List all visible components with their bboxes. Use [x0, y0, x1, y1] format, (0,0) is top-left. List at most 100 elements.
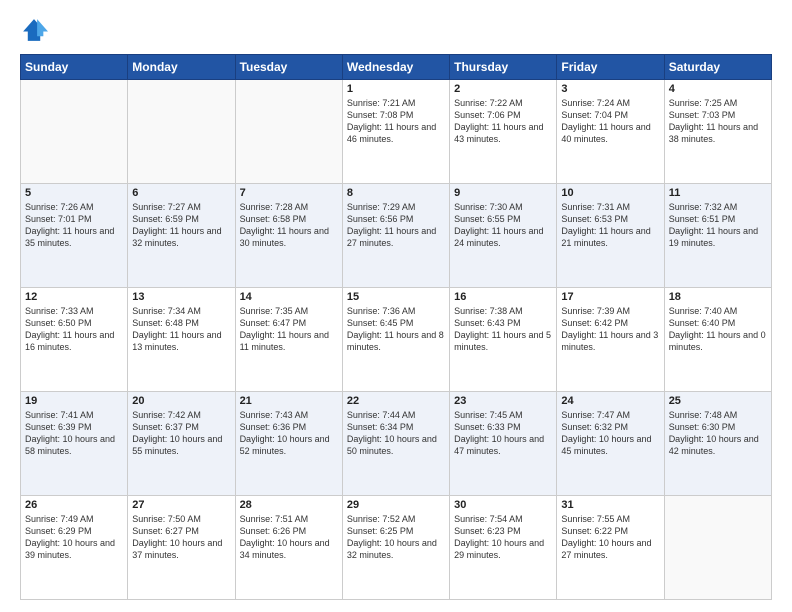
calendar-cell: 10 Sunrise: 7:31 AM Sunset: 6:53 PM Dayli… — [557, 184, 664, 288]
day-info: Sunrise: 7:50 AM Sunset: 6:27 PM Dayligh… — [132, 513, 230, 562]
calendar-header-wednesday: Wednesday — [342, 55, 449, 80]
calendar-cell: 19Sunrise: 7:41 AM Sunset: 6:39 PM Dayli… — [21, 392, 128, 496]
day-number: 11 — [669, 187, 767, 199]
day-number: 8 — [347, 187, 445, 199]
day-number: 7 — [240, 187, 338, 199]
day-number: 9 — [454, 187, 552, 199]
day-info: Sunrise: 7:30 AM Sunset: 6:55 PM Dayligh… — [454, 201, 552, 250]
calendar-cell: 18 Sunrise: 7:40 AM Sunset: 6:40 PM Dayli… — [664, 288, 771, 392]
day-number: 27 — [132, 499, 230, 511]
calendar-cell: 24 Sunrise: 7:47 AM Sunset: 6:32 PM Dayli… — [557, 392, 664, 496]
calendar-cell: 25 Sunrise: 7:48 AM Sunset: 6:30 PM Dayli… — [664, 392, 771, 496]
day-info: Sunrise: 7:27 AM Sunset: 6:59 PM Dayligh… — [132, 201, 230, 250]
calendar-cell: 22 Sunrise: 7:44 AM Sunset: 6:34 PM Dayli… — [342, 392, 449, 496]
header — [20, 16, 772, 44]
day-number: 12 — [25, 291, 123, 303]
day-info: Sunrise: 7:43 AM Sunset: 6:36 PM Dayligh… — [240, 409, 338, 458]
day-number: 2 — [454, 83, 552, 95]
calendar-week-1: 5 Sunrise: 7:26 AM Sunset: 7:01 PM Daylig… — [21, 184, 772, 288]
day-number: 29 — [347, 499, 445, 511]
calendar-cell — [664, 496, 771, 600]
day-number: 18 — [669, 291, 767, 303]
day-info: Sunrise: 7:47 AM Sunset: 6:32 PM Dayligh… — [561, 409, 659, 458]
day-info: Sunrise: 7:25 AM Sunset: 7:03 PM Dayligh… — [669, 97, 767, 146]
calendar-cell: 29 Sunrise: 7:52 AM Sunset: 6:25 PM Dayli… — [342, 496, 449, 600]
calendar-cell: 17 Sunrise: 7:39 AM Sunset: 6:42 PM Dayli… — [557, 288, 664, 392]
calendar-cell: 21 Sunrise: 7:43 AM Sunset: 6:36 PM Dayli… — [235, 392, 342, 496]
calendar-cell: 9 Sunrise: 7:30 AM Sunset: 6:55 PM Daylig… — [450, 184, 557, 288]
calendar-cell: 2 Sunrise: 7:22 AM Sunset: 7:06 PM Daylig… — [450, 80, 557, 184]
day-info: Sunrise: 7:22 AM Sunset: 7:06 PM Dayligh… — [454, 97, 552, 146]
calendar-cell: 6Sunrise: 7:27 AM Sunset: 6:59 PM Daylig… — [128, 184, 235, 288]
day-number: 21 — [240, 395, 338, 407]
day-number: 5 — [25, 187, 123, 199]
day-info: Sunrise: 7:26 AM Sunset: 7:01 PM Dayligh… — [25, 201, 123, 250]
calendar-header-friday: Friday — [557, 55, 664, 80]
day-info: Sunrise: 7:28 AM Sunset: 6:58 PM Dayligh… — [240, 201, 338, 250]
logo-icon — [20, 16, 48, 44]
day-number: 15 — [347, 291, 445, 303]
day-info: Sunrise: 7:52 AM Sunset: 6:25 PM Dayligh… — [347, 513, 445, 562]
day-number: 28 — [240, 499, 338, 511]
day-info: Sunrise: 7:44 AM Sunset: 6:34 PM Dayligh… — [347, 409, 445, 458]
calendar-header-saturday: Saturday — [664, 55, 771, 80]
calendar-cell: 31Sunrise: 7:55 AM Sunset: 6:22 PM Dayli… — [557, 496, 664, 600]
day-info: Sunrise: 7:49 AM Sunset: 6:29 PM Dayligh… — [25, 513, 123, 562]
day-info: Sunrise: 7:38 AM Sunset: 6:43 PM Dayligh… — [454, 305, 552, 354]
day-info: Sunrise: 7:55 AM Sunset: 6:22 PM Dayligh… — [561, 513, 659, 562]
calendar-week-2: 12 Sunrise: 7:33 AM Sunset: 6:50 PM Dayli… — [21, 288, 772, 392]
calendar-cell: 14 Sunrise: 7:35 AM Sunset: 6:47 PM Dayli… — [235, 288, 342, 392]
page: SundayMondayTuesdayWednesdayThursdayFrid… — [0, 0, 792, 612]
day-info: Sunrise: 7:31 AM Sunset: 6:53 PM Dayligh… — [561, 201, 659, 250]
calendar-header-row: SundayMondayTuesdayWednesdayThursdayFrid… — [21, 55, 772, 80]
day-number: 22 — [347, 395, 445, 407]
day-info: Sunrise: 7:40 AM Sunset: 6:40 PM Dayligh… — [669, 305, 767, 354]
day-number: 23 — [454, 395, 552, 407]
day-number: 13 — [132, 291, 230, 303]
day-number: 16 — [454, 291, 552, 303]
day-number: 26 — [25, 499, 123, 511]
day-number: 4 — [669, 83, 767, 95]
day-info: Sunrise: 7:34 AM Sunset: 6:48 PM Dayligh… — [132, 305, 230, 354]
logo — [20, 16, 52, 44]
day-info: Sunrise: 7:33 AM Sunset: 6:50 PM Dayligh… — [25, 305, 123, 354]
calendar-cell: 5 Sunrise: 7:26 AM Sunset: 7:01 PM Daylig… — [21, 184, 128, 288]
calendar-cell: 3 Sunrise: 7:24 AM Sunset: 7:04 PM Daylig… — [557, 80, 664, 184]
calendar-cell: 16 Sunrise: 7:38 AM Sunset: 6:43 PM Dayli… — [450, 288, 557, 392]
day-number: 30 — [454, 499, 552, 511]
day-number: 24 — [561, 395, 659, 407]
day-number: 14 — [240, 291, 338, 303]
calendar-cell: 7 Sunrise: 7:28 AM Sunset: 6:58 PM Daylig… — [235, 184, 342, 288]
calendar-week-4: 26 Sunrise: 7:49 AM Sunset: 6:29 PM Dayli… — [21, 496, 772, 600]
day-number: 3 — [561, 83, 659, 95]
day-info: Sunrise: 7:42 AM Sunset: 6:37 PM Dayligh… — [132, 409, 230, 458]
calendar-cell: 12 Sunrise: 7:33 AM Sunset: 6:50 PM Dayli… — [21, 288, 128, 392]
day-number: 10 — [561, 187, 659, 199]
day-info: Sunrise: 7:51 AM Sunset: 6:26 PM Dayligh… — [240, 513, 338, 562]
calendar-cell: 15 Sunrise: 7:36 AM Sunset: 6:45 PM Dayli… — [342, 288, 449, 392]
calendar-cell — [21, 80, 128, 184]
day-number: 20 — [132, 395, 230, 407]
calendar-cell: 27 Sunrise: 7:50 AM Sunset: 6:27 PM Dayli… — [128, 496, 235, 600]
day-number: 17 — [561, 291, 659, 303]
calendar-cell: 11 Sunrise: 7:32 AM Sunset: 6:51 PM Dayli… — [664, 184, 771, 288]
day-info: Sunrise: 7:54 AM Sunset: 6:23 PM Dayligh… — [454, 513, 552, 562]
calendar-cell: 13 Sunrise: 7:34 AM Sunset: 6:48 PM Dayli… — [128, 288, 235, 392]
day-info: Sunrise: 7:24 AM Sunset: 7:04 PM Dayligh… — [561, 97, 659, 146]
day-info: Sunrise: 7:36 AM Sunset: 6:45 PM Dayligh… — [347, 305, 445, 354]
calendar-header-sunday: Sunday — [21, 55, 128, 80]
day-info: Sunrise: 7:32 AM Sunset: 6:51 PM Dayligh… — [669, 201, 767, 250]
day-info: Sunrise: 7:41 AM Sunset: 6:39 PM Dayligh… — [25, 409, 123, 458]
calendar-cell: 20 Sunrise: 7:42 AM Sunset: 6:37 PM Dayli… — [128, 392, 235, 496]
calendar-week-3: 19Sunrise: 7:41 AM Sunset: 6:39 PM Dayli… — [21, 392, 772, 496]
day-info: Sunrise: 7:48 AM Sunset: 6:30 PM Dayligh… — [669, 409, 767, 458]
day-info: Sunrise: 7:39 AM Sunset: 6:42 PM Dayligh… — [561, 305, 659, 354]
calendar-cell — [128, 80, 235, 184]
calendar-header-thursday: Thursday — [450, 55, 557, 80]
calendar-cell: 30 Sunrise: 7:54 AM Sunset: 6:23 PM Dayli… — [450, 496, 557, 600]
calendar-header-tuesday: Tuesday — [235, 55, 342, 80]
day-info: Sunrise: 7:21 AM Sunset: 7:08 PM Dayligh… — [347, 97, 445, 146]
day-info: Sunrise: 7:35 AM Sunset: 6:47 PM Dayligh… — [240, 305, 338, 354]
calendar-cell: 23Sunrise: 7:45 AM Sunset: 6:33 PM Dayli… — [450, 392, 557, 496]
day-number: 25 — [669, 395, 767, 407]
